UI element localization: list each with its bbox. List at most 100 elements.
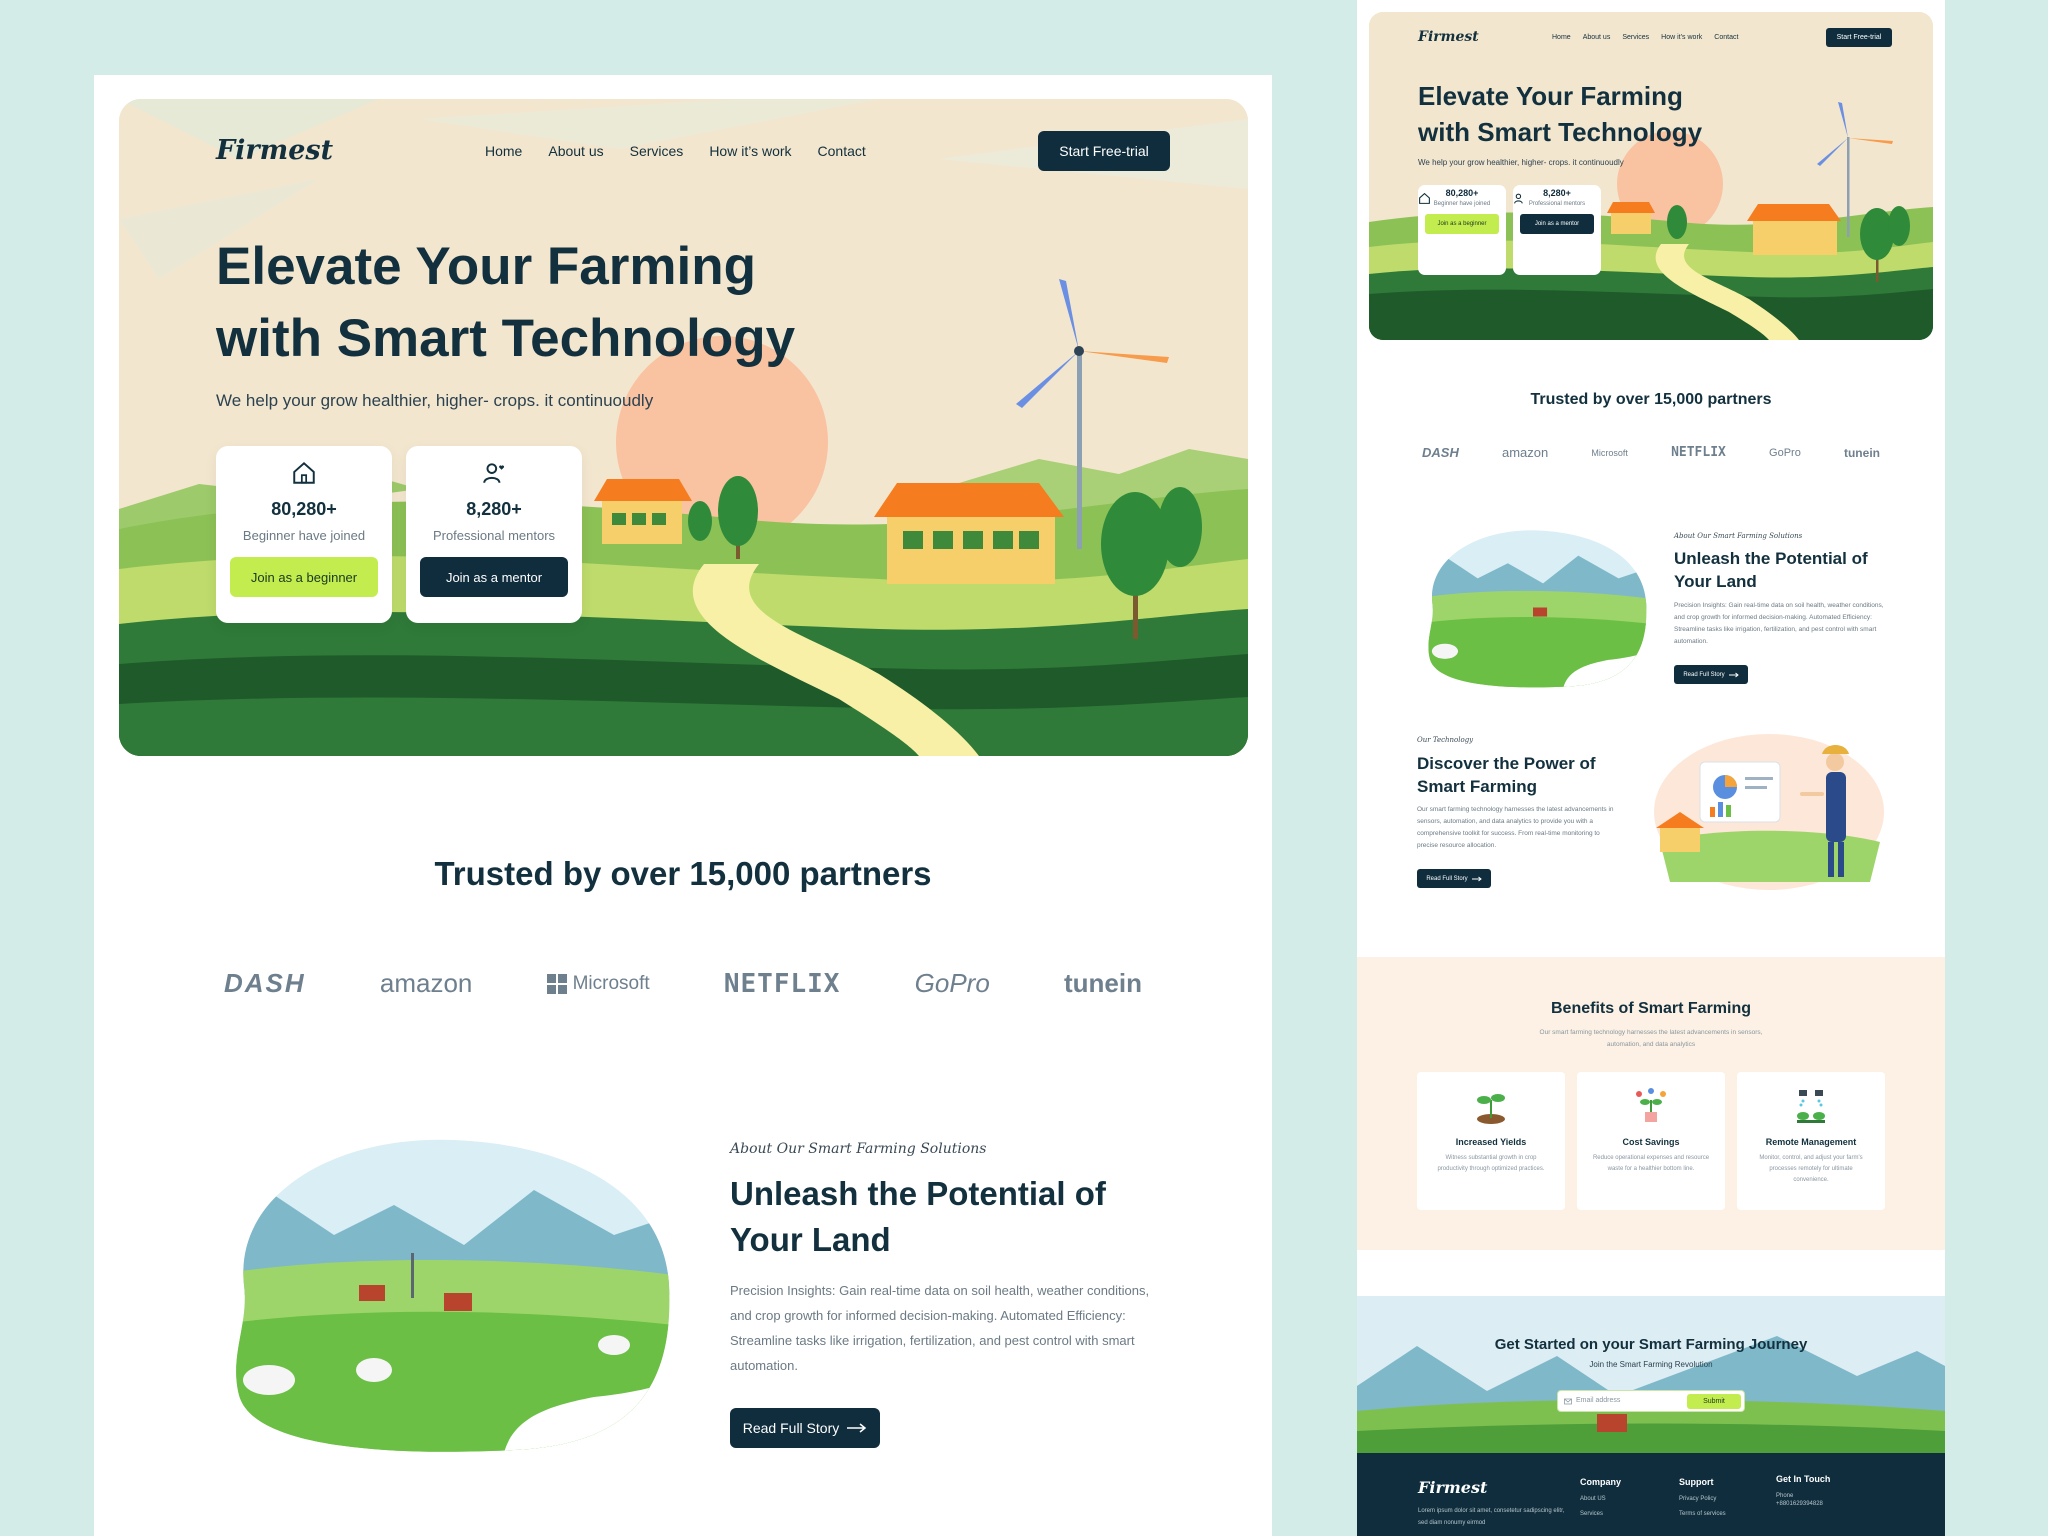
technology-eyebrow: Our Technology	[1417, 736, 1474, 744]
main-nav: Home About us Services How it’s work Con…	[485, 143, 866, 159]
mini-nav-about[interactable]: About us	[1583, 34, 1611, 41]
mini-join-mentor-button[interactable]: Join as a mentor	[1520, 214, 1594, 234]
mini-nav-services[interactable]: Services	[1622, 34, 1649, 41]
mini-beginner-count: 80,280+	[1445, 188, 1479, 198]
mentor-label: Professional mentors	[432, 528, 556, 543]
mini-nav-contact[interactable]: Contact	[1714, 34, 1738, 41]
join-mentor-button[interactable]: Join as a mentor	[420, 557, 568, 597]
sprout-icon	[1477, 1094, 1505, 1124]
tunein-logo: tunein	[1064, 968, 1142, 998]
microsoft-text: Microsoft	[572, 972, 650, 994]
nav-about[interactable]: About us	[548, 143, 603, 159]
benefits-section: Benefits of Smart Farming Our smart farm…	[1357, 957, 1945, 1250]
mini-netflix-logo: NETFLIX	[1671, 445, 1726, 460]
nav-services[interactable]: Services	[630, 143, 684, 159]
benefit-text-savings: Reduce operational expenses and resource…	[1592, 1155, 1710, 1172]
mentor-count: 8,280+	[466, 499, 522, 519]
mini-hero-title: Elevate Your Farming with Smart Technolo…	[1418, 81, 1703, 147]
trusted-title: Trusted by over 15,000 partners	[434, 855, 932, 892]
mini-about-eyebrow: About Our Smart Farming Solutions	[1674, 532, 1803, 540]
about-description: Precision Insights: Gain real-time data …	[730, 1283, 1150, 1373]
mini-start-trial-button[interactable]: Start Free-trial	[1826, 28, 1892, 47]
mini-beginner-card: 80,280+ Beginner have joined Join as a b…	[1418, 185, 1506, 275]
mini-farm-cows-illustration	[1428, 530, 1647, 688]
farmer-dashboard-illustration	[1654, 734, 1884, 890]
footer-phone[interactable]: +8801629394828	[1776, 1501, 1830, 1507]
mini-nav: Home About us Services How it’s work Con…	[1552, 34, 1738, 41]
footer-logo[interactable]: Firmest	[1418, 1478, 1487, 1497]
user-heart-icon	[1514, 193, 1523, 204]
technology-title: Discover the Power of Smart Farming	[1417, 754, 1596, 796]
mentor-stat-card: 8,280+ Professional mentors Join as a me…	[406, 446, 582, 623]
house-small	[594, 479, 692, 544]
footer-phone-label: Phone	[1776, 1493, 1794, 1499]
house-large	[874, 483, 1064, 584]
submit-button[interactable]: Submit	[1687, 1394, 1741, 1409]
mini-about-text: Precision Insights: Gain real-time data …	[1674, 602, 1884, 645]
mini-mentor-label: Professional mentors	[1528, 201, 1586, 207]
mini-trusted-title: Trusted by over 15,000 partners	[1530, 391, 1772, 408]
mini-read-button-1[interactable]: Read Full Story	[1674, 665, 1748, 684]
user-heart-icon	[483, 463, 505, 484]
about-title: Unleash the Potential of Your Land	[730, 1175, 1106, 1258]
read-full-story-button[interactable]: Read Full Story	[730, 1408, 880, 1448]
dash-logo: DASH	[224, 968, 306, 998]
mini-read-button-2[interactable]: Read Full Story	[1417, 869, 1491, 888]
home-icon	[293, 461, 315, 484]
benefit-title-savings: Cost Savings	[1622, 1137, 1680, 1147]
nav-how-it-works[interactable]: How it’s work	[709, 143, 791, 159]
footer-link-about[interactable]: About US	[1580, 1496, 1621, 1502]
beginner-count: 80,280+	[271, 499, 337, 519]
mini-brand-logo[interactable]: Firmest	[1418, 29, 1479, 45]
mini-join-beginner-button[interactable]: Join as a beginner	[1425, 214, 1499, 234]
microsoft-squares-icon	[546, 973, 567, 994]
farm-landscape-illustration	[119, 99, 1248, 756]
mountains-illustration	[1357, 1296, 1945, 1453]
full-page-preview: Firmest Home About us Services How it’s …	[1357, 0, 1945, 1536]
technology-text: Our smart farming technology harnesses t…	[1417, 806, 1614, 849]
microsoft-logo: Microsoft	[546, 972, 650, 995]
footer-link-services[interactable]: Services	[1580, 1511, 1621, 1517]
beginner-label: Beginner have joined	[242, 528, 366, 543]
start-trial-button[interactable]: Start Free-trial	[1038, 131, 1170, 171]
beginner-stat-card: 80,280+ Beginner have joined Join as a b…	[216, 446, 392, 623]
benefit-title-remote: Remote Management	[1765, 1137, 1857, 1147]
journey-section: Get Started on your Smart Farming Journe…	[1357, 1296, 1945, 1453]
arrow-right-icon	[847, 1423, 867, 1433]
benefit-text-yields: Witness substantial growth in crop produ…	[1437, 1155, 1545, 1172]
read-label: Read Full Story	[742, 1420, 840, 1436]
mini-mentor-card: 8,280+ Professional mentors Join as a me…	[1513, 185, 1601, 275]
mini-beginner-label: Beginner have joined	[1433, 201, 1491, 207]
nav-contact[interactable]: Contact	[818, 143, 866, 159]
mini-nav-how[interactable]: How it’s work	[1661, 34, 1702, 41]
desktop-page-preview: Firmest Home About us Services How it’s …	[94, 75, 1272, 1536]
footer-link-terms[interactable]: Terms of services	[1679, 1511, 1726, 1517]
footer-company: Company About US Services	[1580, 1477, 1621, 1517]
hero-subtitle: We help your grow healthier, higher- cro…	[216, 391, 654, 410]
netflix-logo: NETFLIX	[723, 968, 841, 999]
mini-microsoft-logo: Microsoft	[1591, 447, 1628, 458]
nav-home[interactable]: Home	[485, 143, 522, 159]
mini-nav-home[interactable]: Home	[1552, 34, 1571, 41]
partner-logos: DASH amazon Microsoft NETFLIX GoPro tune…	[224, 968, 1142, 999]
mini-hero-section: Firmest Home About us Services How it’s …	[1369, 12, 1933, 340]
journey-subtitle: Join the Smart Farming Revolution	[1589, 1360, 1713, 1369]
mini-dash-logo: DASH	[1422, 445, 1459, 460]
benefits-title: Benefits of Smart Farming	[1550, 1000, 1752, 1017]
hero-section: Firmest Home About us Services How it’s …	[119, 99, 1248, 756]
benefit-card-remote: Remote Management Monitor, control, and …	[1737, 1072, 1885, 1210]
mini-farm-illustration	[1369, 12, 1933, 340]
benefits-subtitle: Our smart farming technology harnesses t…	[1539, 1029, 1763, 1048]
mini-amazon-logo: amazon	[1502, 445, 1549, 460]
newsletter-form: Email address Submit	[1557, 1390, 1745, 1412]
benefit-card-savings: Cost Savings Reduce operational expenses…	[1577, 1072, 1725, 1210]
brand-logo[interactable]: Firmest	[216, 135, 333, 166]
hero-title: Elevate Your Farming with Smart Technolo…	[216, 237, 796, 368]
home-icon	[1419, 192, 1430, 204]
footer-link-privacy[interactable]: Privacy Policy	[1679, 1496, 1726, 1502]
mini-mentor-count: 8,280+	[1543, 188, 1571, 198]
benefit-card-yields: Increased Yields Witness substantial gro…	[1417, 1072, 1565, 1210]
email-input[interactable]: Email address	[1576, 1397, 1620, 1404]
join-beginner-button[interactable]: Join as a beginner	[230, 557, 378, 597]
mini-gopro-logo: GoPro	[1769, 446, 1801, 459]
